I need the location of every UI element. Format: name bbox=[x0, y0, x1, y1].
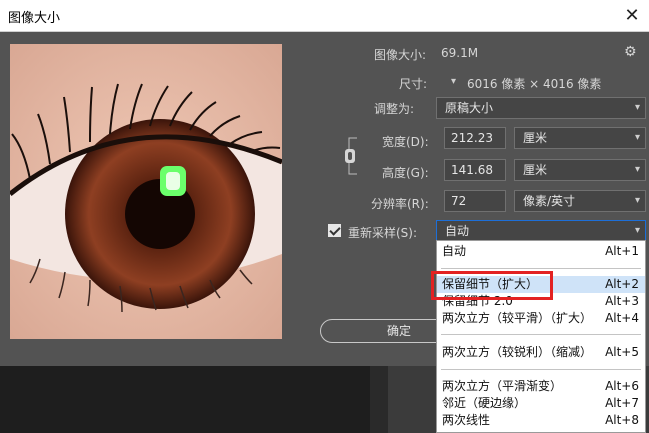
menu-item-auto[interactable]: 自动 Alt+1 bbox=[437, 243, 645, 260]
menu-separator bbox=[441, 334, 641, 335]
height-unit-value: 厘米 bbox=[523, 163, 548, 177]
link-proportions-icon[interactable] bbox=[343, 136, 363, 176]
dimensions-unit-dropdown[interactable]: ▾ bbox=[440, 72, 458, 94]
image-preview[interactable] bbox=[10, 44, 282, 339]
title-bar: 图像大小 ✕ bbox=[0, 0, 649, 32]
adjust-to-dropdown[interactable]: 原稿大小 ▾ bbox=[436, 97, 646, 119]
adjust-to-value: 原稿大小 bbox=[445, 101, 494, 115]
chevron-down-icon: ▾ bbox=[634, 225, 640, 236]
menu-item-bicubic-smooth-gradients[interactable]: 两次立方（平滑渐变） Alt+6 bbox=[437, 378, 645, 395]
image-size-value: 69.1M bbox=[441, 46, 479, 60]
resample-label: 重新采样(S): bbox=[348, 226, 418, 240]
height-label: 高度(G): bbox=[382, 166, 429, 180]
close-icon[interactable]: ✕ bbox=[615, 0, 649, 31]
canvas-area bbox=[0, 366, 370, 433]
menu-separator bbox=[441, 268, 641, 269]
resample-options-menu: 自动 Alt+1 保留细节（扩大） Alt+2 保留细节 2.0 Alt+3 两… bbox=[436, 240, 646, 433]
width-input[interactable]: 212.23 bbox=[444, 127, 506, 149]
dimensions-label: 尺寸: bbox=[399, 77, 428, 91]
menu-item-bilinear[interactable]: 两次线性 Alt+8 bbox=[437, 412, 645, 429]
chevron-down-icon: ▾ bbox=[634, 102, 640, 113]
menu-item-nearest-neighbor[interactable]: 邻近（硬边缘） Alt+7 bbox=[437, 395, 645, 412]
gear-icon[interactable]: ⚙ bbox=[624, 44, 637, 60]
resolution-unit-dropdown[interactable]: 像素/英寸 ▾ bbox=[514, 190, 646, 212]
resolution-label: 分辨率(R): bbox=[371, 197, 429, 211]
dimensions-value: 6016 像素 × 4016 像素 bbox=[467, 77, 602, 91]
resample-value: 自动 bbox=[445, 224, 470, 238]
highlight-callout-box bbox=[431, 271, 553, 300]
menu-item-bicubic-smoother[interactable]: 两次立方（较平滑）（扩大） Alt+4 bbox=[437, 310, 645, 327]
image-size-label: 图像大小: bbox=[374, 48, 427, 62]
height-input[interactable]: 141.68 bbox=[444, 159, 506, 181]
eye-preview-image bbox=[10, 44, 282, 339]
chevron-down-icon: ▾ bbox=[450, 76, 456, 87]
dialog-title: 图像大小 bbox=[8, 11, 61, 26]
chevron-down-icon: ▾ bbox=[634, 195, 640, 206]
chevron-down-icon: ▾ bbox=[634, 132, 640, 143]
resolution-unit-value: 像素/英寸 bbox=[523, 194, 576, 208]
width-unit-value: 厘米 bbox=[523, 131, 548, 145]
resample-dropdown[interactable]: 自动 ▾ bbox=[436, 220, 646, 242]
chevron-down-icon: ▾ bbox=[634, 164, 640, 175]
resample-checkbox[interactable] bbox=[328, 224, 341, 237]
adjust-to-label: 调整为: bbox=[374, 102, 415, 116]
width-unit-dropdown[interactable]: 厘米 ▾ bbox=[514, 127, 646, 149]
menu-item-bicubic-sharper[interactable]: 两次立方（较锐利）（缩减） Alt+5 bbox=[437, 344, 645, 361]
panel-divider bbox=[370, 366, 388, 433]
height-unit-dropdown[interactable]: 厘米 ▾ bbox=[514, 159, 646, 181]
resolution-input[interactable]: 72 bbox=[444, 190, 506, 212]
width-label: 宽度(D): bbox=[382, 135, 429, 149]
menu-separator bbox=[441, 369, 641, 370]
